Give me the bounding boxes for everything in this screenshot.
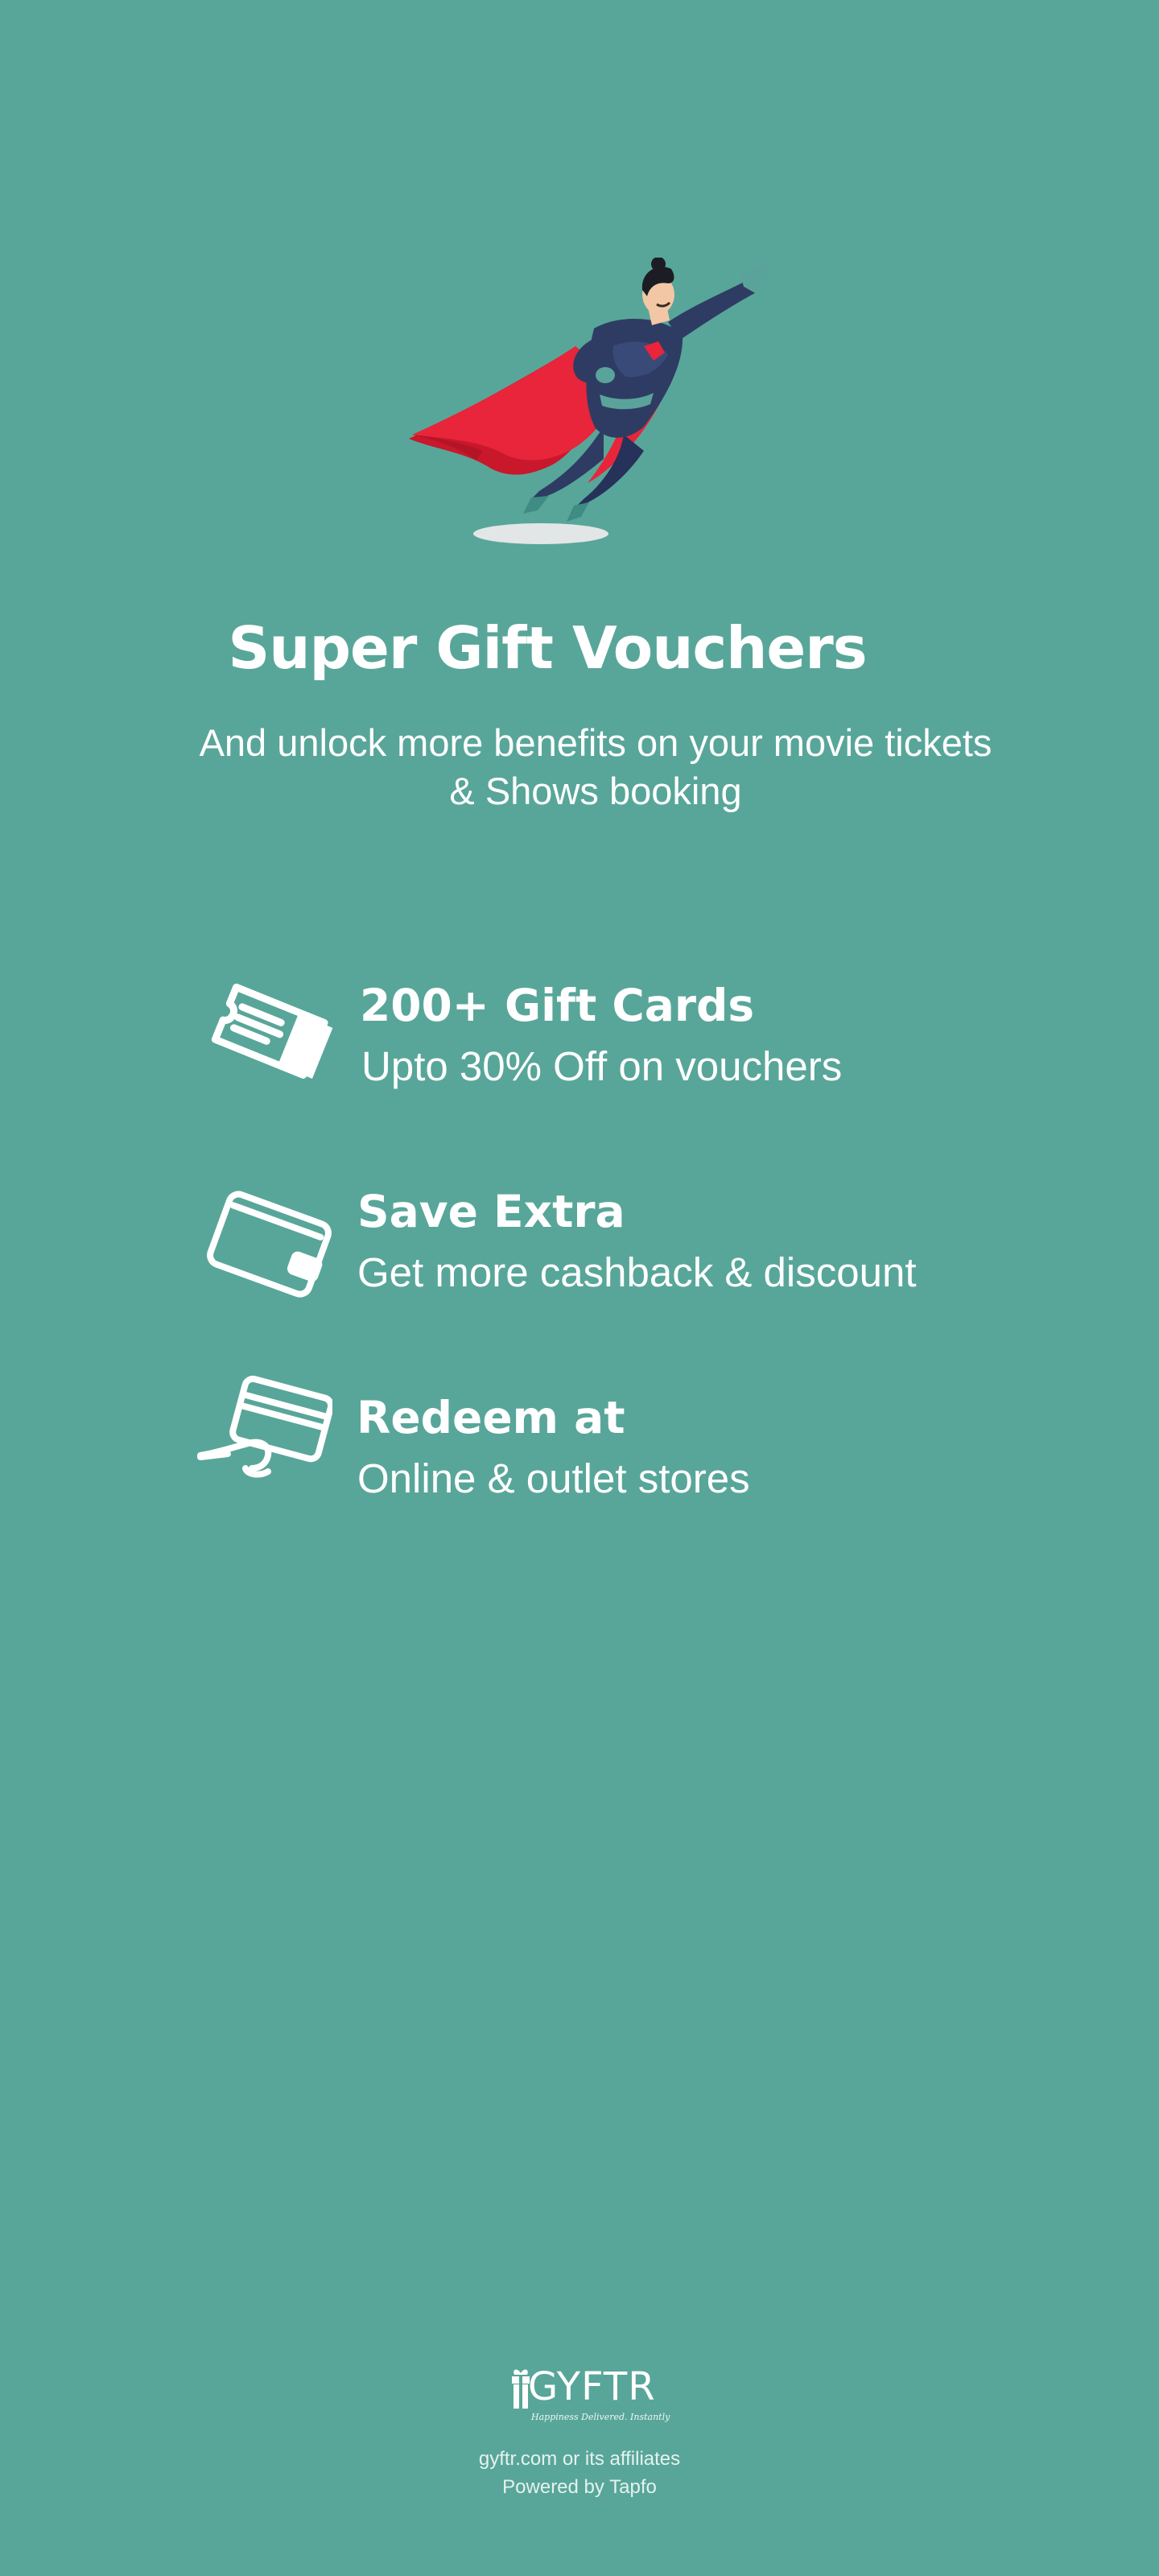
feature-desc-save-extra: Get more cashback & discount [357,1249,917,1295]
footer-powered-by: Powered by Tapfo [502,2476,657,2498]
feature-desc-gift-cards: Upto 30% Off on vouchers [361,1043,843,1089]
wallet-icon [207,1191,332,1298]
page-subtitle: And unlock more benefits on your movie t… [199,721,992,812]
brand-tagline: Happiness Delivered. Instantly [531,2412,670,2422]
feature-title-redeem: Redeem at [357,1392,625,1443]
gyftr-logo: GYFTR Happiness Delivered. Instantly [507,2359,670,2431]
card-in-hand-icon [197,1375,332,1478]
feature-desc-redeem: Online & outlet stores [357,1455,750,1501]
page-title: Super Gift Vouchers [228,614,867,682]
feature-title-save-extra: Save Extra [357,1186,625,1237]
footer-affiliates: gyftr.com or its affiliates [478,2448,681,2470]
superhero-illustration [409,258,769,544]
feature-title-gift-cards: 200+ Gift Cards [360,980,755,1031]
ticket-icon [211,983,333,1079]
brand-name: GYFTR [528,2364,656,2409]
